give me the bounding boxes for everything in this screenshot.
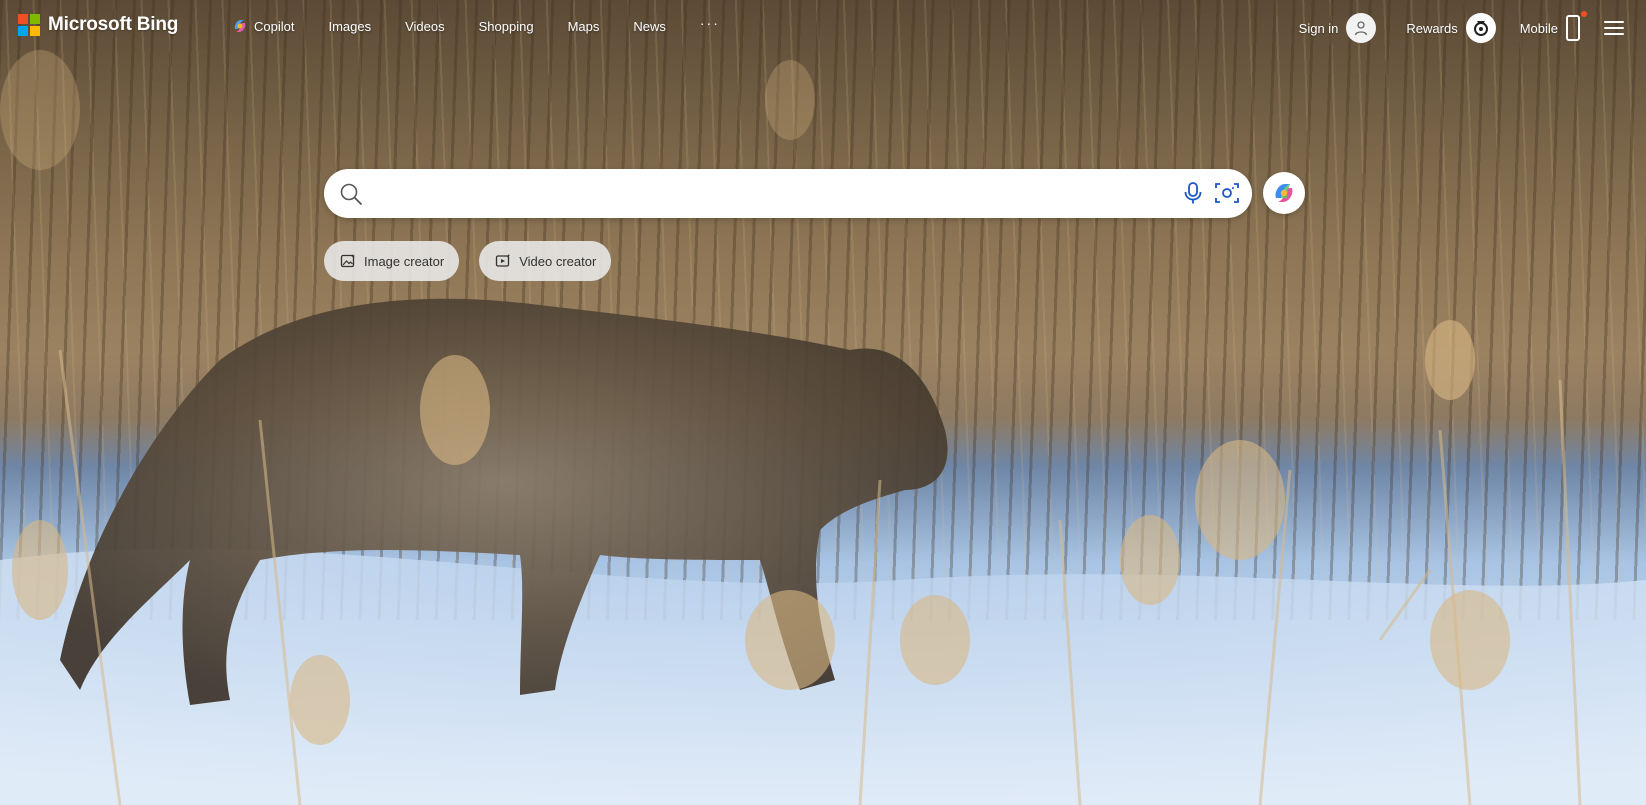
avatar <box>1346 13 1377 43</box>
microsoft-logo-icon <box>18 14 40 36</box>
video-creator-icon <box>496 254 511 267</box>
background-scene <box>0 50 1646 805</box>
search-box <box>324 169 1252 218</box>
nav-news-label: News <box>633 18 666 34</box>
phone-icon <box>1566 11 1587 41</box>
nav-maps-label: Maps <box>567 18 600 34</box>
nav-maps[interactable]: Maps <box>568 19 600 34</box>
image-creator-button[interactable]: Image creator <box>324 241 460 281</box>
user-icon <box>1355 21 1368 36</box>
image-creator-icon <box>340 254 355 268</box>
creator-chips: Image creator Video creator <box>324 241 612 281</box>
nav-images[interactable]: Images <box>328 19 371 34</box>
copilot-button[interactable] <box>1263 172 1305 214</box>
image-creator-label: Image creator <box>364 253 445 269</box>
rewards-button[interactable]: Rewards <box>1406 13 1496 43</box>
nav-news[interactable]: News <box>633 19 666 34</box>
header-right: Sign in Rewards Mobile <box>1299 10 1646 46</box>
search-icon[interactable] <box>339 182 363 206</box>
nav-shopping-label: Shopping <box>478 18 534 34</box>
nav-videos[interactable]: Videos <box>405 19 445 34</box>
sign-in-button[interactable]: Sign in <box>1299 13 1377 43</box>
menu-icon[interactable] <box>1604 21 1624 35</box>
sign-in-label: Sign in <box>1298 20 1339 36</box>
notification-dot <box>1581 11 1587 17</box>
top-bar: Microsoft Bing Copilot Images Videos Sho… <box>0 0 1646 54</box>
visual-search-icon[interactable] <box>1214 181 1240 205</box>
brand-name: Microsoft Bing <box>48 14 179 35</box>
microphone-icon[interactable] <box>1182 181 1204 205</box>
copilot-icon <box>1275 184 1293 202</box>
nav-copilot-label: Copilot <box>254 18 295 34</box>
nav-more-button[interactable]: ··· <box>700 15 720 31</box>
rewards-medal-icon <box>1465 13 1496 43</box>
nav-copilot[interactable]: Copilot <box>232 18 294 34</box>
background-image <box>0 0 1646 805</box>
mobile-label: Mobile <box>1519 20 1558 36</box>
rewards-label: Rewards <box>1406 20 1458 36</box>
nav-shopping[interactable]: Shopping <box>479 19 534 34</box>
search-input[interactable] <box>376 179 1160 210</box>
main-nav: Copilot Images Videos Shopping Maps News… <box>232 15 720 34</box>
nav-videos-label: Videos <box>405 18 445 34</box>
nav-images-label: Images <box>328 18 372 34</box>
video-creator-button[interactable]: Video creator <box>479 241 612 281</box>
copilot-icon <box>234 20 246 32</box>
mobile-button[interactable]: Mobile <box>1519 11 1587 41</box>
video-creator-label: Video creator <box>519 253 597 269</box>
bing-logo[interactable]: Microsoft Bing <box>18 14 178 36</box>
